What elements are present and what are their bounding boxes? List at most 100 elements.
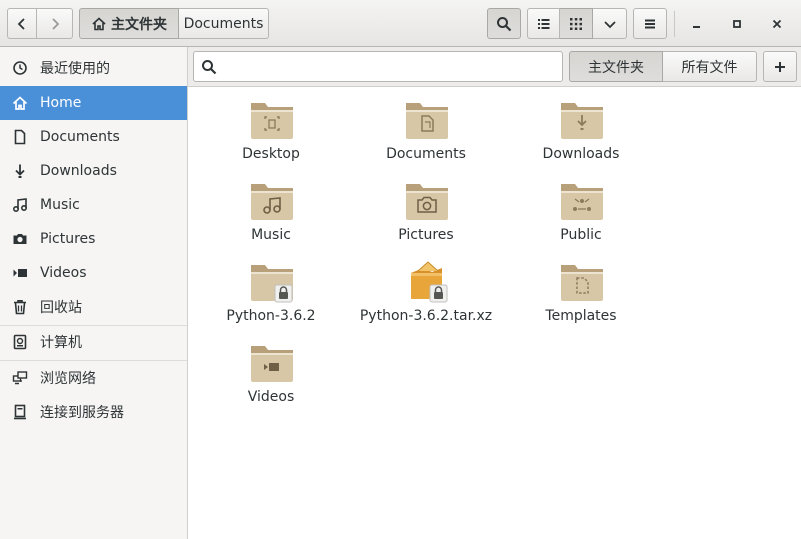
file-name: Pictures — [398, 227, 454, 243]
camera-icon — [11, 230, 29, 248]
file-grid: Desktop Documents Downloads Music Pictur… — [189, 87, 801, 539]
video-icon — [11, 264, 29, 282]
archive-locked-icon — [411, 261, 448, 303]
sidebar-item-label: Home — [40, 95, 82, 111]
folder-templates-icon — [561, 265, 603, 301]
music-icon — [11, 196, 29, 214]
folder-download-icon — [561, 103, 603, 139]
drive-icon — [11, 333, 29, 351]
file-item[interactable]: Music — [196, 168, 346, 248]
close-button[interactable] — [762, 8, 792, 39]
search-scope-home-button[interactable]: 主文件夹 — [569, 51, 663, 82]
folder-documents-icon — [406, 103, 448, 139]
file-item[interactable]: Python-3.6.2 — [196, 249, 346, 329]
home-icon — [92, 16, 106, 30]
folder-desktop-icon — [251, 103, 293, 139]
download-icon — [11, 162, 29, 180]
view-options-button[interactable] — [593, 8, 627, 39]
folder-pictures-icon — [406, 184, 448, 220]
maximize-icon — [733, 19, 741, 28]
file-name: Documents — [386, 146, 466, 162]
sidebar-item-label: 浏览网络 — [40, 371, 96, 387]
grid-view-icon — [570, 17, 582, 30]
file-item[interactable]: Videos — [196, 330, 346, 410]
file-item[interactable]: Pictures — [351, 168, 501, 248]
document-icon — [11, 128, 29, 146]
forward-button[interactable] — [37, 8, 73, 39]
maximize-button[interactable] — [722, 8, 752, 39]
path-current-label: Documents — [183, 15, 264, 32]
back-button[interactable] — [7, 8, 37, 39]
file-name: Public — [560, 227, 602, 243]
file-item[interactable]: Downloads — [506, 87, 656, 167]
chevron-right-icon — [51, 17, 59, 30]
search-scope-all-label: 所有文件 — [681, 59, 738, 76]
sidebar-item-connect-server[interactable]: 连接到服务器 — [0, 395, 187, 429]
clock-icon — [11, 59, 29, 77]
minimize-icon — [693, 25, 700, 28]
sidebar-item-trash[interactable]: 回收站 — [0, 290, 187, 324]
sidebar-item-pictures[interactable]: Pictures — [0, 222, 187, 256]
sidebar: 最近使用的 Home Documents Downloads Music Pic… — [0, 47, 188, 539]
sidebar-item-label: 连接到服务器 — [40, 405, 124, 421]
sidebar-item-videos[interactable]: Videos — [0, 256, 187, 290]
list-view-button[interactable] — [527, 8, 560, 39]
hamburger-menu-icon — [645, 19, 655, 28]
sidebar-item-documents[interactable]: Documents — [0, 120, 187, 154]
network-icon — [11, 369, 29, 387]
sidebar-item-label: 最近使用的 — [40, 61, 110, 77]
file-item[interactable]: Desktop — [196, 87, 346, 167]
sidebar-item-label: 计算机 — [40, 335, 82, 351]
file-item[interactable]: Templates — [506, 249, 656, 329]
search-scope-all-button[interactable]: 所有文件 — [663, 51, 757, 82]
search-bar: 主文件夹 所有文件 — [188, 47, 801, 87]
grid-view-button[interactable] — [560, 8, 593, 39]
sidebar-item-downloads[interactable]: Downloads — [0, 154, 187, 188]
sidebar-item-label: Music — [40, 197, 80, 213]
sidebar-item-label: 回收站 — [40, 300, 82, 316]
header-bar: 主文件夹 Documents — [0, 0, 801, 47]
search-toggle-button[interactable] — [487, 8, 521, 39]
file-item[interactable]: Public — [506, 168, 656, 248]
search-scope-home-label: 主文件夹 — [588, 59, 644, 76]
home-icon — [11, 94, 29, 112]
folder-videos-icon — [251, 346, 293, 382]
add-criteria-button[interactable] — [763, 51, 797, 82]
list-view-icon — [537, 18, 549, 29]
folder-public-icon — [561, 184, 603, 220]
file-name: Templates — [545, 308, 617, 324]
sidebar-item-label: Downloads — [40, 163, 117, 179]
path-home-button[interactable]: 主文件夹 — [79, 8, 179, 39]
sidebar-item-label: Documents — [40, 129, 120, 145]
path-documents-button[interactable]: Documents — [179, 8, 269, 39]
file-item[interactable]: Python-3.6.2.tar.xz — [351, 249, 501, 329]
path-home-label: 主文件夹 — [111, 16, 167, 33]
sidebar-item-label: Videos — [40, 265, 87, 281]
minimize-button[interactable] — [682, 8, 712, 39]
chevron-down-icon — [603, 20, 616, 28]
file-name: Desktop — [242, 146, 300, 162]
sidebar-item-home[interactable]: Home — [0, 86, 187, 120]
header-separator — [674, 11, 675, 37]
file-name: Python-3.6.2.tar.xz — [359, 308, 493, 324]
sidebar-item-network[interactable]: 浏览网络 — [0, 361, 187, 395]
file-name: Python-3.6.2 — [226, 308, 316, 324]
search-icon — [201, 59, 217, 75]
sidebar-item-label: Pictures — [40, 231, 96, 247]
search-icon — [497, 16, 512, 31]
file-name: Videos — [247, 389, 295, 405]
file-item[interactable]: Documents — [351, 87, 501, 167]
sidebar-item-computer[interactable]: 计算机 — [0, 325, 187, 359]
plus-icon — [775, 61, 785, 72]
folder-music-icon — [251, 184, 293, 220]
menu-button[interactable] — [633, 8, 667, 39]
close-icon — [772, 19, 782, 28]
sidebar-item-music[interactable]: Music — [0, 188, 187, 222]
chevron-left-icon — [17, 17, 25, 30]
file-name: Downloads — [542, 146, 620, 162]
search-input[interactable] — [193, 51, 563, 82]
server-icon — [11, 403, 29, 421]
folder-locked-icon — [251, 265, 293, 303]
file-name: Music — [251, 227, 291, 243]
sidebar-item-recent[interactable]: 最近使用的 — [0, 51, 187, 85]
